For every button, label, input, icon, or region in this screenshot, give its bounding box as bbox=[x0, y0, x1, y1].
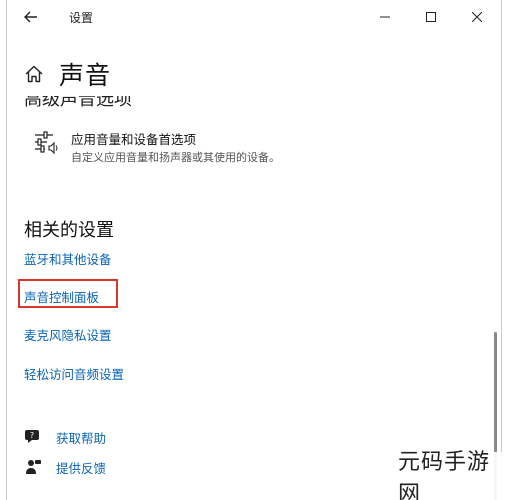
title-bar: 设置 bbox=[7, 0, 501, 34]
home-button[interactable] bbox=[23, 63, 45, 85]
help-chat-icon: ? bbox=[24, 428, 42, 446]
minimize-button[interactable] bbox=[362, 2, 408, 32]
get-help-label: 获取帮助 bbox=[56, 430, 107, 446]
app-volume-title: 应用音量和设备首选项 bbox=[71, 132, 197, 147]
page-title: 声音 bbox=[59, 61, 112, 90]
close-button[interactable] bbox=[454, 2, 500, 32]
link-microphone-privacy[interactable]: 麦克风隐私设置 bbox=[24, 325, 112, 344]
sliders-speaker-icon bbox=[35, 131, 58, 155]
feedback-row[interactable]: 提供反馈 bbox=[24, 457, 106, 477]
app-volume-device-prefs[interactable]: 应用音量和设备首选项 自定义应用音量和扬声器或其使用的设备。 bbox=[33, 127, 473, 169]
app-volume-description: 自定义应用音量和扬声器或其使用的设备。 bbox=[71, 151, 280, 164]
advanced-sound-heading: 高级声音选项 bbox=[24, 96, 132, 110]
back-button[interactable] bbox=[17, 4, 45, 30]
maximize-icon bbox=[426, 12, 436, 22]
maximize-button[interactable] bbox=[408, 2, 454, 32]
watermark-logo: 元码手游网 bbox=[398, 450, 507, 500]
related-settings-heading: 相关的设置 bbox=[24, 220, 114, 241]
feedback-label: 提供反馈 bbox=[56, 460, 107, 476]
svg-text:?: ? bbox=[30, 431, 34, 440]
feedback-person-icon bbox=[24, 458, 42, 476]
watermark-text: 元码手游网 bbox=[398, 450, 491, 500]
link-bluetooth-devices[interactable]: 蓝牙和其他设备 bbox=[24, 249, 112, 268]
back-arrow-icon bbox=[24, 11, 37, 23]
settings-content: 高级声音选项 应用音量和设备首选项 自定义应用音量和扬声器或其使用的设备。 相关… bbox=[7, 96, 485, 500]
get-help-row[interactable]: ? 获取帮助 bbox=[24, 427, 106, 447]
close-icon bbox=[472, 12, 482, 22]
link-ease-of-access-audio[interactable]: 轻松访问音频设置 bbox=[24, 364, 124, 383]
link-sound-control-panel[interactable]: 声音控制面板 bbox=[24, 287, 99, 306]
minimize-icon bbox=[380, 16, 390, 18]
home-icon bbox=[25, 65, 43, 83]
settings-window: 设置 声音 高级声音选项 应用音量和设备首选项 自定义应用音量和扬声器或其使用的… bbox=[6, 0, 502, 500]
page-header: 声音 bbox=[23, 54, 111, 94]
window-title: 设置 bbox=[69, 11, 94, 25]
